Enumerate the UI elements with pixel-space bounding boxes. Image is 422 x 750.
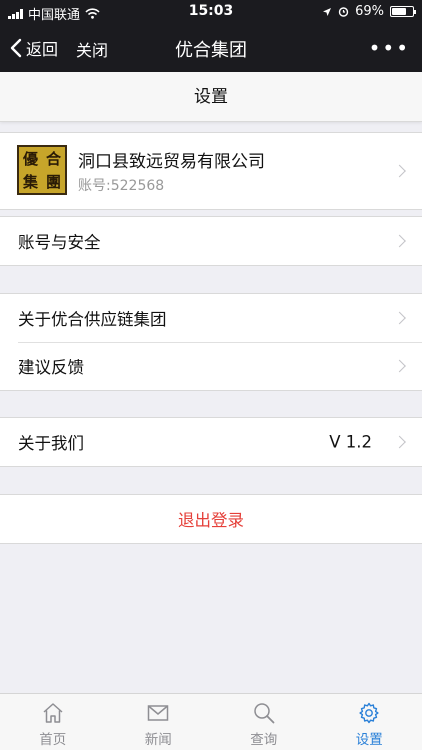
chevron-right-icon bbox=[393, 234, 406, 248]
search-icon bbox=[254, 703, 275, 724]
version-label: V 1.2 bbox=[329, 432, 372, 452]
logout-button[interactable]: 退出登录 bbox=[0, 495, 422, 543]
tab-settings-label: 设置 bbox=[355, 732, 383, 748]
gear-icon bbox=[359, 702, 379, 724]
feedback-label: 建议反馈 bbox=[18, 358, 84, 377]
about-group: 关于我们 V 1.2 bbox=[0, 417, 422, 467]
account-security-label: 账号与安全 bbox=[18, 233, 101, 252]
tab-home-label: 首页 bbox=[39, 732, 67, 748]
home-icon bbox=[43, 703, 63, 723]
about-us-item[interactable]: 关于我们 V 1.2 bbox=[0, 418, 422, 466]
mail-icon bbox=[148, 705, 169, 721]
about-supply-chain-item[interactable]: 关于优合供应链集团 bbox=[0, 294, 422, 342]
tab-settings[interactable]: 设置 bbox=[317, 694, 422, 750]
status-bar: 中国联通 15:03 69% bbox=[0, 0, 422, 24]
tab-search[interactable]: 查询 bbox=[211, 694, 317, 750]
account-security-item[interactable]: 账号与安全 bbox=[0, 217, 422, 265]
tab-bar: 首页 新闻 查询 设置 bbox=[0, 693, 422, 750]
account-number: 账号:522568 bbox=[78, 178, 165, 194]
nav-bar: 返回 关闭 优合集团 ••• bbox=[0, 24, 422, 72]
app-title: 优合集团 bbox=[175, 40, 247, 61]
company-logo: 優 合 集 團 bbox=[17, 145, 67, 195]
feedback-item[interactable]: 建议反馈 bbox=[0, 342, 422, 390]
logout-group: 退出登录 bbox=[0, 494, 422, 544]
battery-percent: 69% bbox=[355, 4, 384, 19]
alarm-icon bbox=[338, 7, 349, 17]
chevron-right-icon bbox=[393, 164, 406, 178]
account-group: 账号与安全 bbox=[0, 216, 422, 266]
chevron-right-icon bbox=[393, 311, 406, 325]
profile-row[interactable]: 優 合 集 團 洞口县致远贸易有限公司 账号:522568 bbox=[0, 133, 422, 209]
profile-group: 優 合 集 團 洞口县致远贸易有限公司 账号:522568 bbox=[0, 132, 422, 210]
info-group: 关于优合供应链集团 建议反馈 bbox=[0, 293, 422, 391]
page-title: 设置 bbox=[0, 72, 422, 122]
chevron-right-icon bbox=[393, 359, 406, 373]
tab-news[interactable]: 新闻 bbox=[106, 694, 212, 750]
about-supply-chain-label: 关于优合供应链集团 bbox=[18, 310, 167, 329]
chevron-right-icon bbox=[393, 435, 406, 449]
tab-search-label: 查询 bbox=[250, 732, 278, 748]
more-button[interactable]: ••• bbox=[369, 36, 410, 60]
about-us-label: 关于我们 bbox=[18, 434, 84, 453]
battery-icon bbox=[390, 6, 416, 17]
tab-home[interactable]: 首页 bbox=[0, 694, 106, 750]
tab-news-label: 新闻 bbox=[144, 732, 172, 748]
company-name: 洞口县致远贸易有限公司 bbox=[78, 152, 265, 172]
location-arrow-icon bbox=[323, 7, 332, 16]
